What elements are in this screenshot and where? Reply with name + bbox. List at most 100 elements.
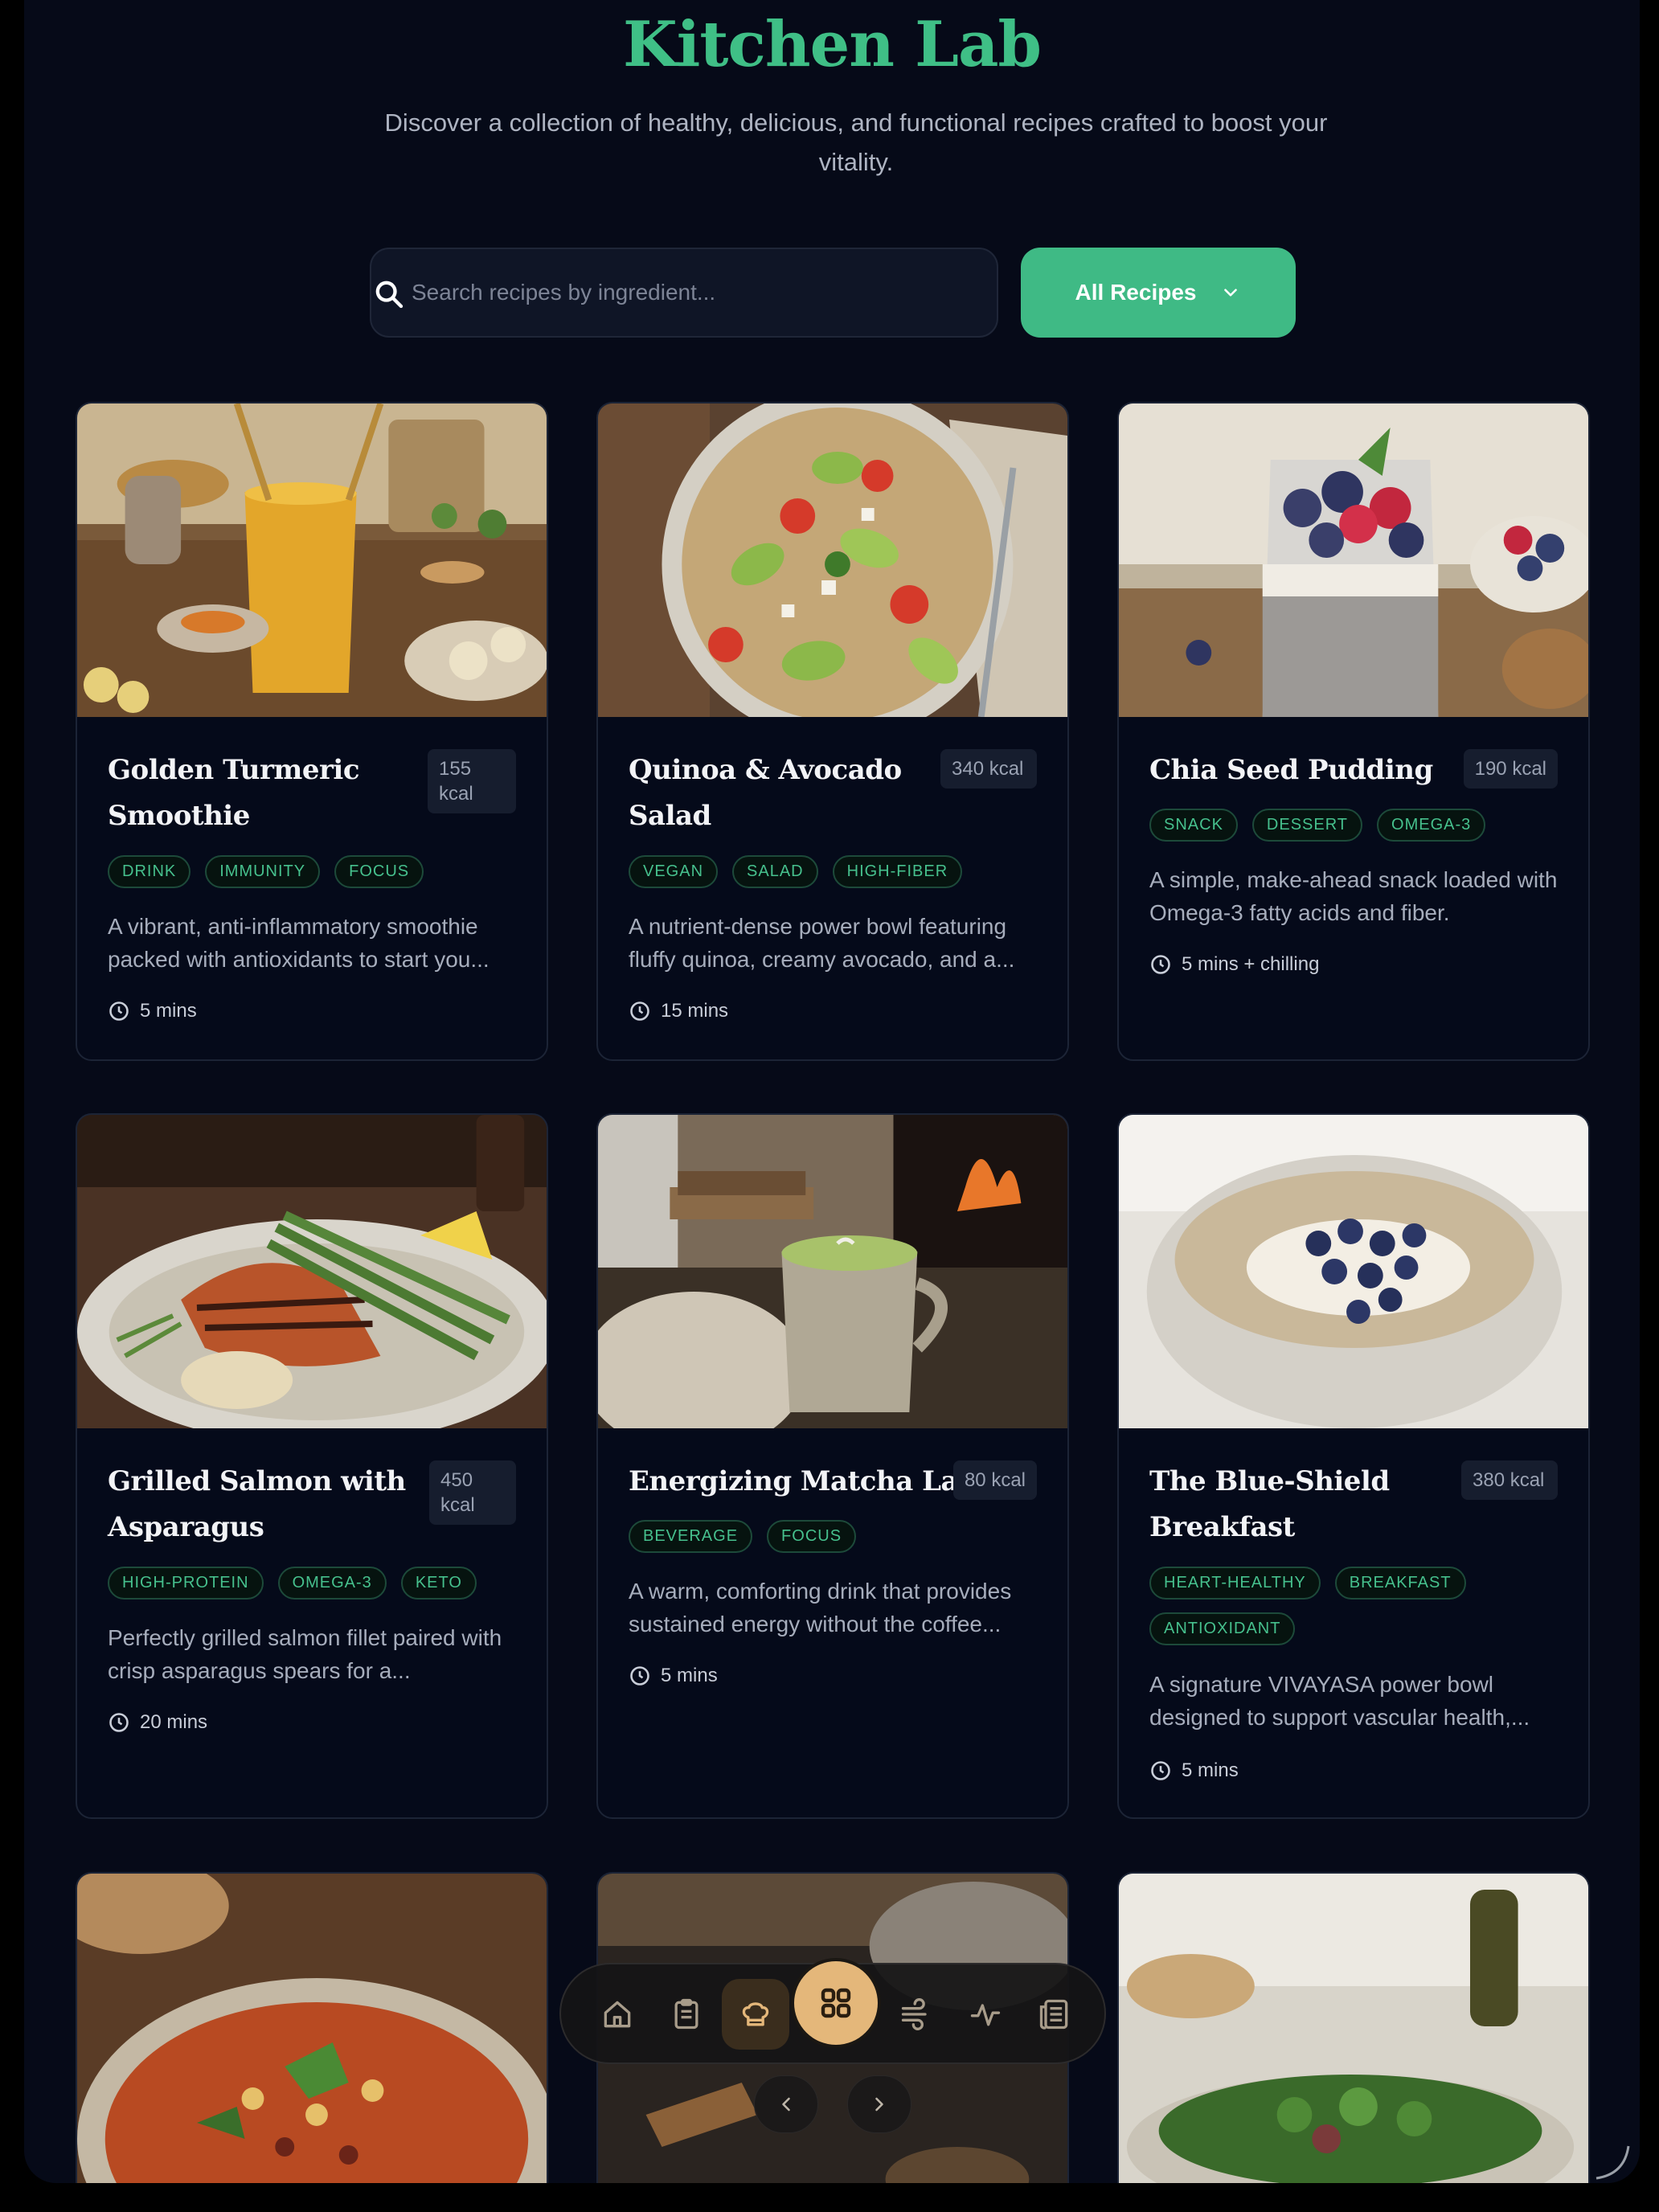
recipe-image [77, 1874, 547, 2183]
recipe-title: The Blue-Shield Breakfast [1149, 1465, 1390, 1543]
calorie-badge: 190 kcal [1463, 749, 1558, 789]
tag: SNACK [1149, 809, 1238, 842]
chef-hat-icon [742, 2002, 769, 2026]
tag: SALAD [732, 855, 818, 888]
clock-icon [1151, 955, 1170, 974]
prep-time-label: 5 mins + chilling [1182, 953, 1320, 975]
nav-home[interactable] [593, 1990, 641, 2038]
prep-time: 20 mins [108, 1711, 207, 1734]
recipe-image [77, 1115, 547, 1428]
recipe-card[interactable]: Energizing Matcha Latte 80 kcal BEVERAGE… [596, 1113, 1069, 1819]
nav-activity[interactable] [961, 1990, 1010, 2038]
tag-list: VEGAN SALAD HIGH-FIBER [629, 855, 1043, 888]
recipe-card[interactable]: Golden Turmeric Smoothie 155 kcal DRINK … [76, 402, 548, 1061]
resize-handle-icon [1596, 2145, 1630, 2180]
recipe-description: A warm, comforting drink that provides s… [629, 1579, 1012, 1636]
tag-list: DRINK IMMUNITY FOCUS [108, 855, 522, 888]
prep-time-label: 5 mins [1182, 1759, 1239, 1781]
recipe-image [1119, 403, 1588, 717]
recipe-card[interactable]: The Blue-Shield Breakfast 380 kcal HEART… [1117, 1113, 1590, 1819]
search-box[interactable] [370, 248, 998, 338]
recipe-title: Chia Seed Pudding [1149, 754, 1433, 786]
recipe-image [1119, 1874, 1588, 2183]
search-input[interactable] [412, 249, 981, 336]
wind-icon [901, 1998, 927, 2030]
prep-time-label: 5 mins [140, 1000, 197, 1022]
recipes-page: Kitchen Lab Discover a collection of hea… [24, 0, 1640, 2183]
page-subtitle: Discover a collection of healthy, delici… [384, 109, 1328, 176]
tag: FOCUS [767, 1520, 857, 1553]
tag: IMMUNITY [205, 855, 321, 888]
recipe-title: Energizing Matcha Latte [629, 1465, 1000, 1497]
page-title: Kitchen Lab [622, 8, 1042, 81]
recipe-title: Quinoa & Avocado Salad [629, 754, 902, 832]
clock-icon [630, 1666, 649, 1686]
tag: FOCUS [334, 855, 424, 888]
recipe-title: Golden Turmeric Smoothie [108, 754, 360, 832]
recipe-title: Grilled Salmon with Asparagus [108, 1465, 406, 1543]
bottom-nav-dock [559, 1961, 1106, 2064]
calorie-badge: 340 kcal [940, 749, 1037, 789]
recipe-card[interactable] [1117, 1872, 1590, 2183]
recipe-card[interactable]: Quinoa & Avocado Salad 340 kcal VEGAN SA… [596, 402, 1069, 1061]
recipe-image [1119, 1115, 1588, 1428]
nav-grid[interactable] [794, 1961, 878, 2045]
prep-time: 5 mins + chilling [1149, 953, 1319, 976]
tag: OMEGA-3 [1377, 809, 1486, 842]
tag: KETO [400, 1567, 477, 1600]
prep-time-label: 5 mins [661, 1665, 718, 1686]
clock-icon [109, 1713, 129, 1732]
tag: VEGAN [629, 855, 719, 888]
tag: DRINK [108, 855, 191, 888]
chevron-right-icon [875, 2097, 883, 2112]
tag-list: HEART-HEALTHY BREAKFAST ANTIOXIDANT [1149, 1567, 1476, 1645]
prep-time: 15 mins [629, 1000, 728, 1022]
recipe-description: A vibrant, anti-inflammatory smoothie pa… [108, 914, 490, 972]
recipe-description: A signature VIVAYASA power bowl designed… [1149, 1672, 1530, 1730]
recipe-card[interactable]: Chia Seed Pudding 190 kcal SNACK DESSERT… [1117, 402, 1590, 1061]
nav-breath[interactable] [892, 1990, 940, 2038]
next-page-button[interactable] [847, 2075, 911, 2133]
category-filter-dropdown[interactable]: All Recipes [1021, 248, 1296, 338]
prep-time: 5 mins [1149, 1759, 1239, 1782]
nav-journal[interactable] [1030, 1990, 1079, 2038]
prep-time: 5 mins [108, 1000, 197, 1022]
clock-icon [630, 1002, 649, 1021]
recipe-image [77, 403, 547, 717]
tag-list: BEVERAGE FOCUS [629, 1520, 1043, 1553]
grid-icon [821, 1988, 851, 2018]
tag-list: HIGH-PROTEIN OMEGA-3 KETO [108, 1567, 522, 1600]
tag: HIGH-PROTEIN [108, 1567, 264, 1600]
previous-page-button[interactable] [754, 2075, 818, 2133]
calorie-badge: 155 kcal [428, 749, 516, 813]
home-icon [604, 2001, 631, 2028]
nav-tasks[interactable] [662, 1990, 711, 2038]
recipe-card[interactable] [76, 1872, 548, 2183]
tag: OMEGA-3 [277, 1567, 387, 1600]
chevron-down-icon [1224, 289, 1238, 297]
recipe-image [598, 403, 1067, 717]
clock-icon [1151, 1761, 1170, 1780]
chevron-left-icon [782, 2097, 790, 2112]
tag: BREAKFAST [1334, 1567, 1466, 1600]
clock-icon [109, 1002, 129, 1021]
tag-list: SNACK DESSERT OMEGA-3 [1149, 809, 1564, 842]
tag: HIGH-FIBER [832, 855, 963, 888]
tag: HEART-HEALTHY [1149, 1567, 1321, 1600]
clipboard-icon [674, 1998, 698, 2030]
tag: ANTIOXIDANT [1149, 1612, 1296, 1645]
activity-icon [970, 2004, 1001, 2026]
nav-kitchen[interactable] [722, 1979, 789, 2050]
calorie-badge: 80 kcal [952, 1460, 1037, 1500]
filter-label: All Recipes [1075, 280, 1197, 305]
prep-time-label: 15 mins [661, 1000, 729, 1022]
tag: DESSERT [1251, 809, 1363, 842]
prep-time-label: 20 mins [140, 1711, 208, 1733]
calorie-badge: 450 kcal [429, 1460, 516, 1525]
prep-time: 5 mins [629, 1665, 718, 1687]
search-icon [375, 281, 403, 309]
recipe-card[interactable]: Grilled Salmon with Asparagus 450 kcal H… [76, 1113, 548, 1819]
newspaper-icon [1039, 1999, 1068, 2030]
recipe-description: A nutrient-dense power bowl featuring fl… [629, 914, 1015, 972]
recipe-image [598, 1115, 1067, 1428]
